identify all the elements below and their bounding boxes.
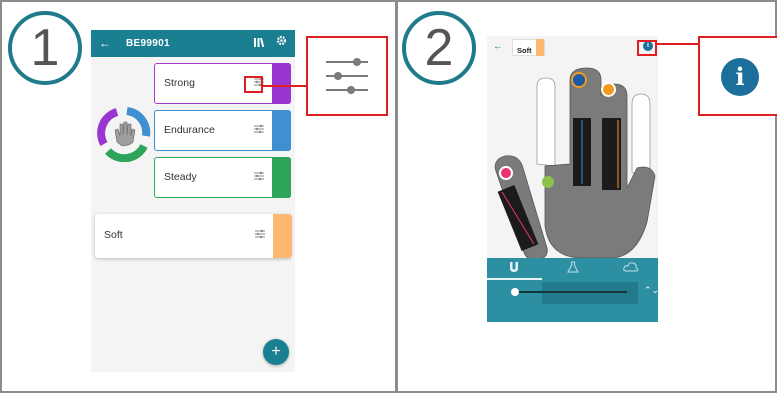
mode-color-stripe [273, 214, 292, 258]
gear-icon[interactable] [276, 35, 287, 49]
info-icon: i [721, 58, 759, 96]
info-icon-highlight [637, 40, 657, 56]
finger-dot-ring[interactable] [601, 82, 616, 97]
intensity-slider-track[interactable] [515, 291, 627, 293]
hand-icon [114, 121, 136, 147]
info-icon-zoom-callout: i [698, 36, 777, 116]
add-mode-button[interactable]: + [263, 339, 289, 365]
mode-label: Steady [164, 171, 197, 183]
tune-icon[interactable] [253, 170, 265, 182]
mode-color-stripe [272, 62, 291, 104]
callout-connector [656, 43, 698, 45]
tune-icon-zoom-callout [306, 36, 388, 116]
mode-card-steady[interactable]: Steady [154, 156, 291, 198]
tune-icon-highlight [244, 76, 263, 93]
stepper-icon[interactable]: ⌃⌄ [644, 285, 658, 296]
mode-label: Strong [164, 77, 195, 89]
back-arrow-icon[interactable]: ← [99, 36, 111, 50]
mode-list-screen: ← BE99901 Strong Endurance Steady Soft + [91, 30, 295, 372]
step-number-1: 1 [8, 11, 82, 85]
mode-card-soft[interactable]: Soft [95, 214, 292, 258]
cloud-icon[interactable] [622, 261, 640, 275]
flask-icon[interactable] [564, 261, 582, 275]
active-tab-indicator [487, 278, 542, 280]
mode-color-stripe [272, 109, 291, 151]
finger-dot-index[interactable] [542, 176, 554, 188]
control-panel: ⌃⌄ [487, 258, 658, 322]
tune-icon[interactable] [254, 228, 266, 240]
mode-detail-screen: ← Soft i ⌃⌄ [487, 36, 658, 322]
callout-connector [262, 85, 307, 87]
slider-background [542, 282, 638, 304]
library-icon[interactable] [254, 37, 266, 50]
step-number-2: 2 [402, 11, 476, 85]
finger-dot-middle[interactable] [571, 72, 587, 88]
magnet-icon[interactable] [505, 261, 523, 275]
finger-outline [536, 77, 556, 167]
app-bar: ← BE99901 [91, 30, 295, 57]
finger-dot-thumb[interactable] [499, 166, 513, 180]
tune-icon[interactable] [253, 123, 265, 135]
mode-card-endurance[interactable]: Endurance [154, 109, 291, 151]
mode-color-stripe [272, 156, 291, 198]
hand-diagram [494, 67, 656, 261]
tune-icon [326, 58, 368, 94]
mode-label: Soft [104, 229, 123, 241]
mode-card-strong[interactable]: Strong [154, 62, 291, 104]
control-tabs [487, 258, 658, 280]
intensity-slider-thumb[interactable] [511, 288, 519, 296]
mode-label: Endurance [164, 124, 215, 136]
mode-wheel [95, 104, 153, 163]
device-title: BE99901 [126, 38, 170, 49]
